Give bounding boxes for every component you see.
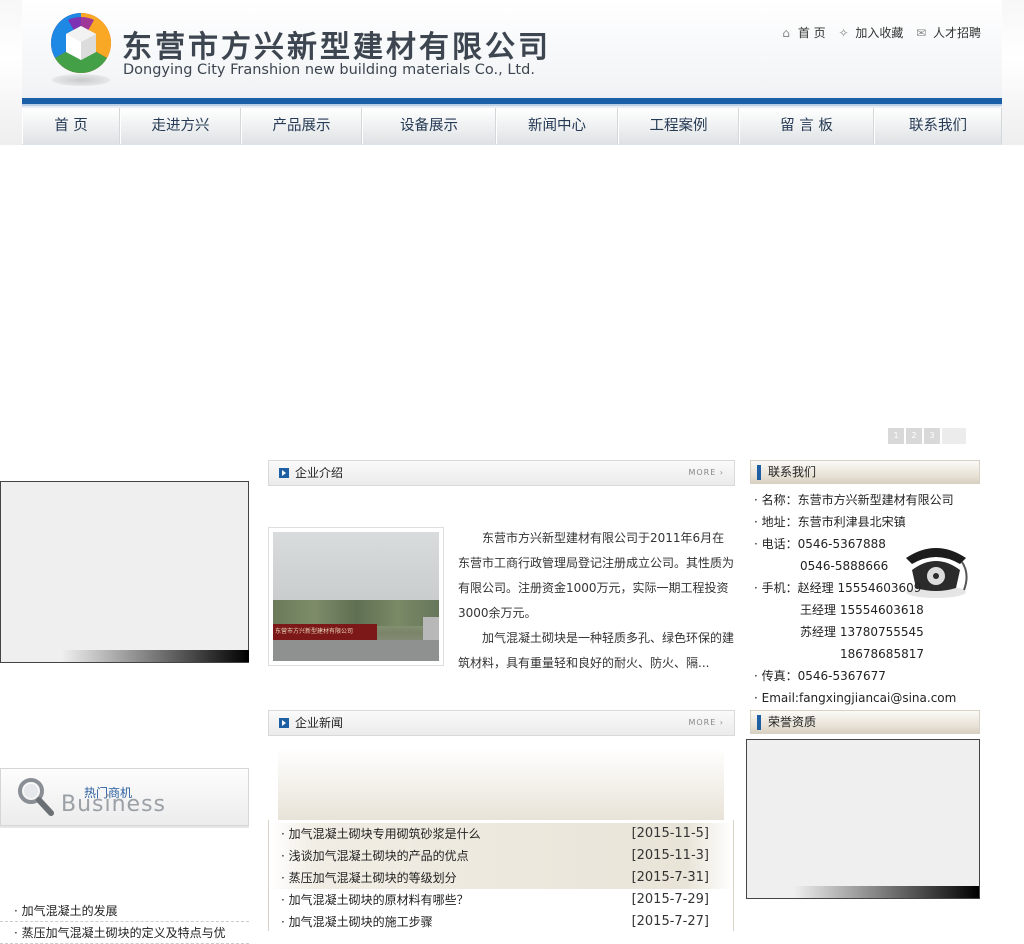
nav-item-cases[interactable]: 工程案例: [618, 108, 739, 144]
contact-mobile: · 手机：赵经理 15554603609: [754, 581, 922, 595]
news-item-title: · 加气混凝土砌块的原材料有哪些？: [281, 893, 469, 907]
banner-page-spacer: [942, 428, 966, 444]
company-name-en: Dongying City Franshion new building mat…: [123, 62, 535, 78]
news-item-date: [2015-7-27]: [631, 914, 709, 929]
nav-item-guestbook[interactable]: 留 言 板: [739, 108, 874, 144]
contact-email[interactable]: · Email:fangxingjiancai@sina.com: [754, 687, 984, 709]
news-item-title: · 蒸压加气混凝土砌块的等级划分: [281, 871, 457, 885]
contact-phone: · 电话：0546-5367888: [754, 537, 886, 551]
arrow-square-icon: [279, 718, 289, 728]
favorite-icon: ✧: [838, 25, 849, 40]
news-item-date: [2015-11-5]: [631, 826, 709, 841]
business-label-en: Business: [61, 792, 167, 817]
contact-mobile-4: 18678685817: [840, 647, 924, 661]
slider-gradient-bar: [793, 886, 979, 898]
news-item-title: · 加气混凝土砌块的施工步骤: [281, 915, 433, 929]
intro-paragraph: 加气混凝土砌块是一种轻质多孔、绿色环保的建筑材料，具有重量轻和良好的耐火、防火、…: [458, 631, 735, 670]
contact-phone-2: 0546-5888666: [800, 559, 889, 573]
banner-pager: 1 2 3: [888, 428, 966, 444]
honors-image-slider[interactable]: [746, 739, 980, 899]
photo-gate: [423, 617, 439, 641]
nav-item-equipment[interactable]: 设备展示: [362, 108, 496, 144]
news-item-title: · 加气混凝土砌块专用砌筑砂浆是什么: [281, 827, 481, 841]
news-item[interactable]: · 加气混凝土砌块的施工步骤 [2015-7-27]: [269, 911, 733, 933]
intro-photo[interactable]: 东营市方兴新型建材有限公司: [268, 527, 444, 666]
contact-name: · 名称：东营市方兴新型建材有限公司: [754, 493, 954, 507]
news-item[interactable]: · 加气混凝土砌块的原材料有哪些？ [2015-7-29]: [269, 889, 733, 911]
contact-info: · 名称：东营市方兴新型建材有限公司 · 地址：东营市利津县北宋镇 · 电话：0…: [754, 489, 984, 709]
nav-item-about[interactable]: 走进方兴: [120, 108, 241, 144]
home-link[interactable]: 首 页: [798, 24, 826, 41]
arrow-square-icon: [279, 468, 289, 478]
magnifier-icon: [18, 778, 54, 816]
nav-item-products[interactable]: 产品展示: [241, 108, 362, 144]
title-mark: [757, 715, 761, 730]
business-list: · 加气混凝土的发展 · 蒸压加气混凝土砌块的定义及特点与优: [0, 900, 249, 944]
contact-address: · 地址：东营市利津县北宋镇: [754, 515, 906, 529]
business-item-label: 加气混凝土的发展: [21, 904, 118, 918]
header-divider-light: [22, 104, 1002, 106]
contact-title-bar: 联系我们: [750, 460, 980, 484]
business-divider: [0, 826, 249, 828]
recruitment-link[interactable]: 人才招聘: [933, 24, 981, 41]
news-title: 企业新闻: [295, 716, 344, 730]
nav-item-home[interactable]: 首 页: [22, 108, 120, 144]
photo-sign-text: 东营市方兴新型建材有限公司: [275, 628, 354, 635]
intro-more-link[interactable]: MORE ›: [688, 461, 724, 485]
business-item[interactable]: · 加气混凝土的发展: [0, 900, 249, 922]
left-image-slider[interactable]: [0, 481, 249, 663]
news-background: [278, 748, 724, 820]
contact-title: 联系我们: [768, 465, 817, 479]
mail-icon: ✉: [916, 25, 927, 40]
news-list: · 加气混凝土砌块专用砌筑砂浆是什么 [2015-11-5] · 浅谈加气混凝土…: [268, 820, 734, 931]
intro-paragraph: 东营市方兴新型建材有限公司于2011年6月在东营市工商行政管理局登记注册成立公司…: [458, 531, 735, 620]
intro-title: 企业介绍: [295, 466, 344, 480]
business-header: 热门商机 Business: [0, 768, 249, 826]
home-icon: ⌂: [782, 25, 790, 40]
business-item-label: 蒸压加气混凝土砌块的定义及特点与优: [21, 926, 226, 940]
logo-shadow: [52, 74, 110, 86]
site-header: 东营市方兴新型建材有限公司 Dongying City Franshion ne…: [0, 0, 1024, 145]
news-item-date: [2015-11-3]: [631, 848, 709, 863]
header-banner: 东营市方兴新型建材有限公司 Dongying City Franshion ne…: [22, 0, 1002, 145]
contact-mobile-3: 苏经理 13780755545: [800, 625, 924, 639]
business-item[interactable]: · 蒸压加气混凝土砌块的定义及特点与优: [0, 922, 249, 944]
news-title-bar: 企业新闻 MORE ›: [268, 710, 735, 736]
honors-title: 荣誉资质: [768, 715, 817, 729]
main-nav: 首 页 走进方兴 产品展示 设备展示 新闻中心 工程案例 留 言 板 联系我们: [22, 108, 1002, 144]
company-name-cn: 东营市方兴新型建材有限公司: [122, 30, 551, 65]
intro-title-bar: 企业介绍 MORE ›: [268, 460, 735, 486]
photo-trees: [273, 600, 439, 626]
news-item-title: · 浅谈加气混凝土砌块的产品的优点: [281, 849, 469, 863]
add-favorite-link[interactable]: 加入收藏: [855, 24, 903, 41]
news-more-link[interactable]: MORE ›: [688, 711, 724, 735]
banner-page-3[interactable]: 3: [924, 428, 940, 444]
news-item-date: [2015-7-29]: [631, 892, 709, 907]
nav-item-news[interactable]: 新闻中心: [496, 108, 618, 144]
honors-title-bar: 荣誉资质: [750, 710, 980, 734]
banner-slideshow[interactable]: [0, 145, 1024, 450]
contact-fax: · 传真：0546-5367677: [754, 669, 886, 683]
news-item[interactable]: · 浅谈加气混凝土砌块的产品的优点 [2015-11-3]: [269, 845, 733, 867]
intro-text: 东营市方兴新型建材有限公司于2011年6月在东营市工商行政管理局登记注册成立公司…: [458, 526, 736, 676]
nav-item-contact[interactable]: 联系我们: [874, 108, 1002, 144]
news-item-date: [2015-7-31]: [631, 870, 709, 885]
banner-page-1[interactable]: 1: [888, 428, 904, 444]
company-logo-icon[interactable]: [50, 12, 112, 74]
contact-mobile-2: 王经理 15554603618: [800, 603, 924, 617]
photo-road: [273, 640, 439, 661]
top-links: ⌂ 首 页 ✧ 加入收藏 ✉ 人才招聘: [778, 24, 987, 42]
news-item[interactable]: · 加气混凝土砌块专用砌筑砂浆是什么 [2015-11-5]: [269, 823, 733, 845]
factory-photo: 东营市方兴新型建材有限公司: [273, 532, 439, 661]
news-item[interactable]: · 蒸压加气混凝土砌块的等级划分 [2015-7-31]: [269, 867, 733, 889]
slider-gradient-bar: [61, 650, 249, 662]
title-mark: [757, 465, 761, 480]
banner-page-2[interactable]: 2: [906, 428, 922, 444]
